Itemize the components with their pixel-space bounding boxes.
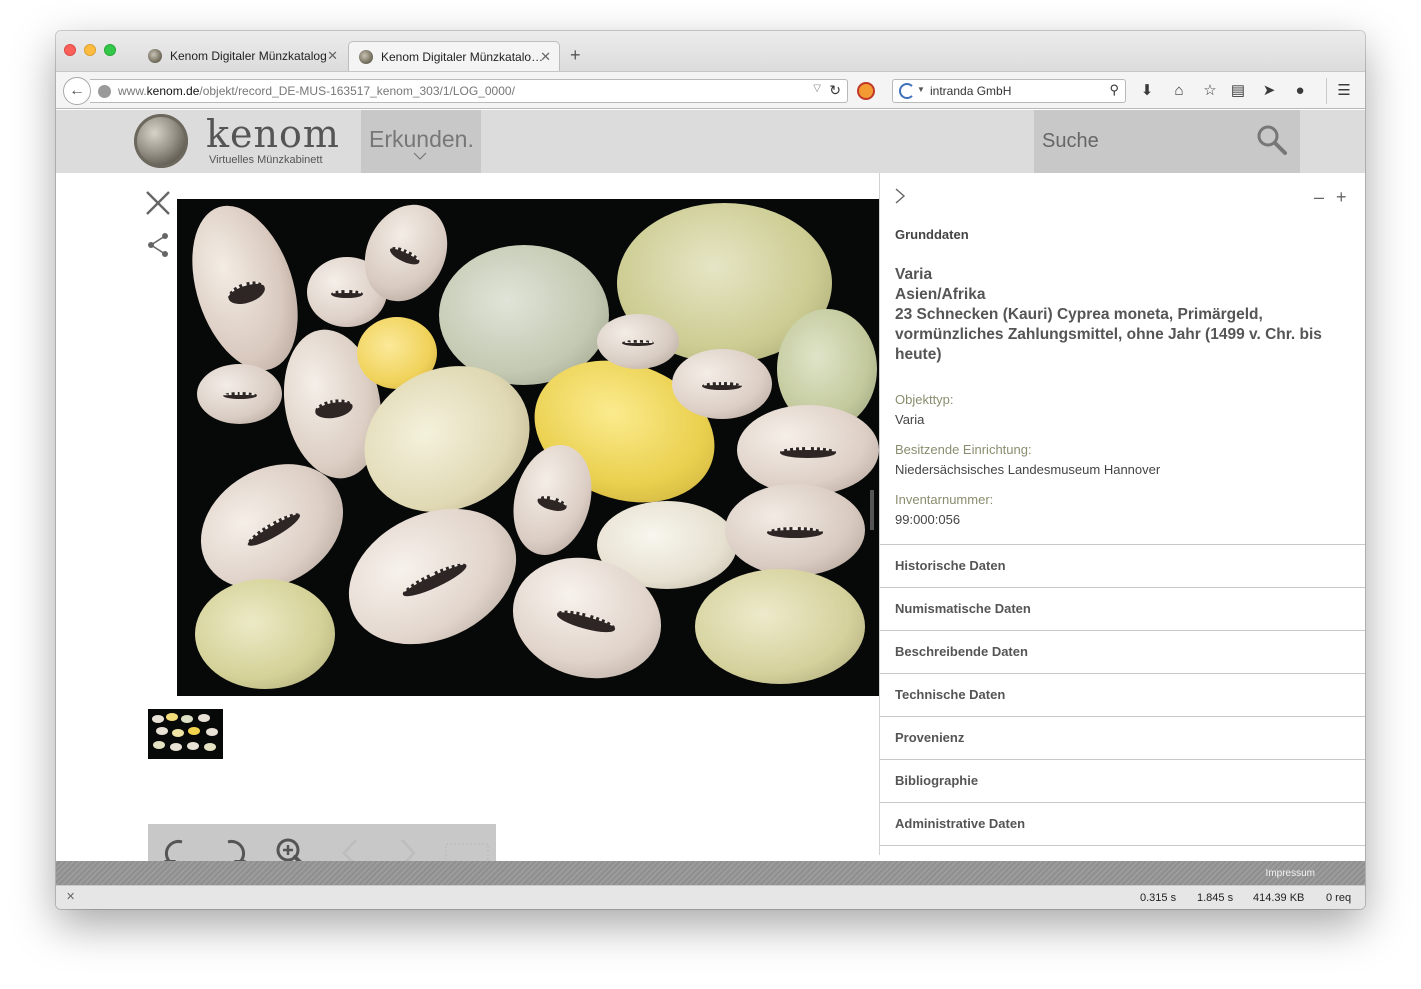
search-engine-icon[interactable] [899, 83, 915, 99]
section-numismatische-daten[interactable]: Numismatische Daten [880, 587, 1365, 630]
field-value-object-type: Varia [895, 412, 925, 427]
kenom-favicon-icon [359, 50, 373, 64]
coin-logo-icon[interactable] [134, 114, 188, 168]
kenom-favicon-icon [148, 49, 162, 63]
close-window-button[interactable] [64, 44, 76, 56]
browser-toolbar: www.kenom.de/objekt/record_DE-MUS-163517… [56, 71, 1365, 109]
site-logo-subtitle: Virtuelles Münzkabinett [209, 154, 323, 166]
share-icon[interactable] [146, 232, 170, 258]
section-administrative-daten[interactable]: Administrative Daten [880, 802, 1365, 845]
object-image[interactable] [177, 199, 879, 696]
search-icon[interactable]: ⚲ [1109, 82, 1119, 98]
field-value-owner: Niedersächsisches Landesmuseum Hannover [895, 462, 1161, 477]
site-search-box[interactable]: Suche [1034, 110, 1300, 173]
globe-icon [98, 85, 111, 98]
status-value: 0 req [1326, 892, 1352, 904]
chevron-right-icon[interactable] [894, 187, 906, 205]
expand-all-button[interactable]: + [1336, 187, 1347, 208]
section-technische-daten[interactable]: Technische Daten [880, 673, 1365, 716]
search-engine-dropdown-icon[interactable]: ▼ [917, 85, 925, 94]
section-provenienz[interactable]: Provenienz [880, 716, 1365, 759]
section-divider [880, 845, 1365, 855]
download-icon[interactable]: ⬇ [1137, 81, 1157, 101]
reading-list-icon[interactable]: ▤ [1228, 81, 1248, 101]
send-icon[interactable]: ➤ [1259, 81, 1279, 101]
url-bar[interactable]: www.kenom.de/objekt/record_DE-MUS-163517… [90, 79, 848, 103]
field-value-inventory: 99:000:056 [895, 512, 961, 527]
section-bibliographie[interactable]: Bibliographie [880, 759, 1365, 802]
chat-icon[interactable]: ● [1290, 81, 1310, 101]
resize-handle[interactable] [870, 490, 874, 530]
object-title-line: Asien/Afrika [895, 286, 986, 303]
browser-window: Kenom Digitaler Münzkatalog ✕ Kenom Digi… [56, 31, 1365, 909]
menu-icon[interactable]: ☰ [1334, 81, 1354, 101]
field-label-owner: Besitzende Einrichtung: [895, 442, 1032, 457]
browser-search-bar[interactable]: ▼ intranda GmbH ⚲ [892, 79, 1126, 103]
site-footer: Impressum [56, 861, 1365, 885]
tab-close-icon[interactable]: ✕ [327, 41, 338, 71]
collapse-all-button[interactable]: – [1314, 187, 1324, 208]
new-tab-button[interactable]: + [570, 45, 581, 65]
tab-close-icon[interactable]: ✕ [540, 42, 551, 72]
tab-2-active[interactable]: Kenom Digitaler Münzkatalo… ✕ [348, 41, 560, 71]
tab-1-label: Kenom Digitaler Münzkatalog [170, 49, 327, 63]
search-engine-text[interactable]: intranda GmbH [930, 84, 1011, 98]
zoom-window-button[interactable] [104, 44, 116, 56]
chevron-down-icon [413, 152, 427, 160]
url-history-dropdown-icon[interactable]: ▽ [813, 83, 821, 94]
close-viewer-icon[interactable] [144, 189, 172, 217]
toolbar-separator [1326, 78, 1327, 104]
search-icon[interactable] [1256, 124, 1288, 156]
section-historische-daten[interactable]: Historische Daten [880, 544, 1365, 587]
explore-label: Erkunden. [369, 126, 474, 152]
object-title-line: 23 Schnecken (Kauri) Cyprea moneta, Prim… [895, 306, 1322, 363]
reload-icon[interactable]: ↻ [829, 82, 841, 99]
browser-status-bar: ✕ 0.315 s 1.845 s 414.39 KB 0 req [56, 885, 1365, 909]
title-bar: Kenom Digitaler Münzkatalog ✕ Kenom Digi… [56, 31, 1365, 71]
status-value: 0.315 s [1140, 892, 1177, 904]
panel-heading: Grunddaten [895, 227, 969, 242]
site-logo-title[interactable]: kenom [206, 112, 340, 156]
back-button[interactable]: ← [63, 77, 91, 105]
explore-menu[interactable]: Erkunden. [361, 110, 481, 173]
tab-2-label: Kenom Digitaler Münzkatalo… [381, 50, 544, 64]
status-value: 1.845 s [1197, 892, 1234, 904]
addon-icon[interactable] [857, 82, 875, 100]
metadata-panel: – + Grunddaten Varia Asien/Afrika 23 Sch… [879, 173, 1365, 855]
site-search-input[interactable]: Suche [1042, 130, 1099, 153]
section-beschreibende-daten[interactable]: Beschreibende Daten [880, 630, 1365, 673]
bookmark-star-icon[interactable]: ☆ [1200, 81, 1220, 101]
object-title: Varia Asien/Afrika 23 Schnecken (Kauri) … [895, 265, 1335, 365]
image-thumbnail[interactable] [148, 709, 223, 759]
site-header: kenom Virtuelles Münzkabinett Erkunden. … [56, 110, 1365, 173]
home-icon[interactable]: ⌂ [1169, 81, 1189, 101]
object-title-line: Varia [895, 266, 933, 283]
minimize-window-button[interactable] [84, 44, 96, 56]
field-label-object-type: Objekttyp: [895, 392, 954, 407]
url-text[interactable]: www.kenom.de/objekt/record_DE-MUS-163517… [118, 84, 515, 98]
status-value: 414.39 KB [1253, 892, 1305, 904]
impressum-link[interactable]: Impressum [1266, 868, 1315, 879]
tab-1[interactable]: Kenom Digitaler Münzkatalog ✕ [138, 41, 346, 71]
status-close-icon[interactable]: ✕ [66, 890, 75, 903]
field-label-inventory: Inventarnummer: [895, 492, 994, 507]
